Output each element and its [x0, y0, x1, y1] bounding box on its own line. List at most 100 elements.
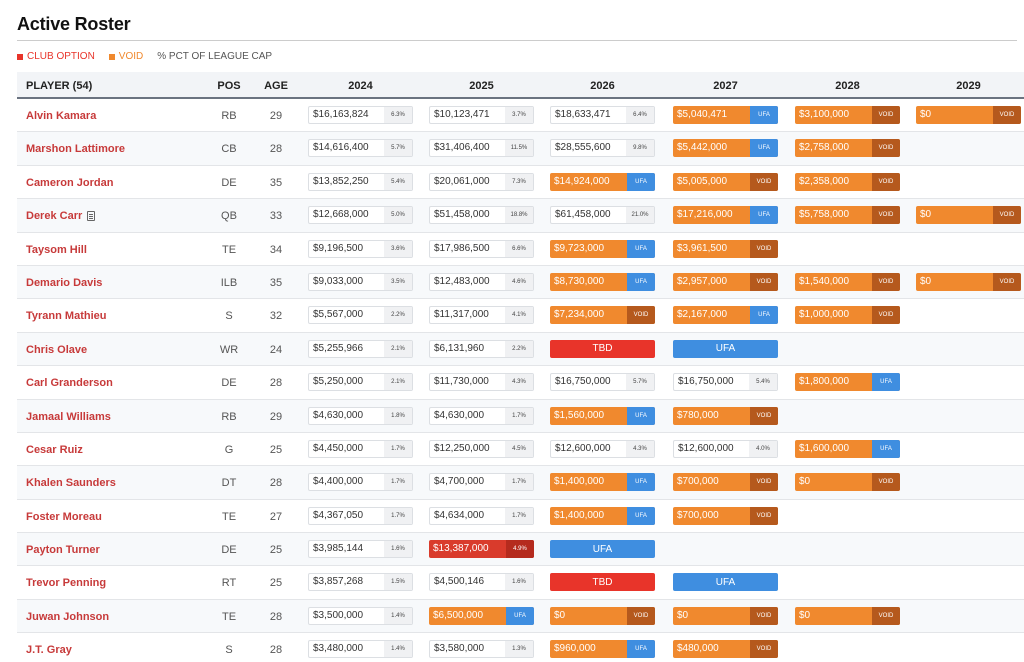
cap-hit-cell[interactable]: $13,852,250 5.4% [308, 172, 413, 191]
player-name-link[interactable]: Demario Davis [26, 277, 102, 289]
ufa-year-cell[interactable]: $1,400,000 UFA [550, 506, 655, 525]
void-year-cell[interactable]: $780,000 VOID [673, 406, 778, 425]
header-year[interactable]: 2027 [673, 80, 778, 92]
player-name-link[interactable]: Cameron Jordan [26, 177, 113, 189]
document-icon[interactable] [87, 211, 96, 222]
header-year[interactable]: 2024 [308, 80, 413, 92]
cap-hit-cell[interactable]: $17,986,500 6.6% [429, 239, 534, 258]
player-name-link[interactable]: Marshon Lattimore [26, 143, 125, 155]
void-year-cell[interactable]: $5,005,000 VOID [673, 172, 778, 191]
ufa-year-cell[interactable]: $5,040,471 UFA [673, 106, 778, 124]
player-name-link[interactable]: Alvin Kamara [26, 110, 96, 122]
header-player[interactable]: PLAYER (54) [26, 80, 92, 92]
void-year-cell[interactable]: $480,000 VOID [673, 640, 778, 659]
ufa-year-cell[interactable]: $960,000 UFA [550, 640, 655, 659]
player-name-link[interactable]: Jamaal Williams [26, 411, 111, 423]
cap-hit-cell[interactable]: $20,061,000 7.3% [429, 172, 534, 191]
void-year-cell[interactable]: $2,758,000 VOID [795, 139, 900, 158]
header-age[interactable]: AGE [257, 80, 295, 92]
ufa-cell[interactable]: UFA [550, 540, 655, 559]
cap-hit-cell[interactable]: $3,985,144 1.6% [308, 540, 413, 559]
cap-hit-cell[interactable]: $9,196,500 3.6% [308, 239, 413, 258]
player-name-link[interactable]: Foster Moreau [26, 511, 102, 523]
cap-hit-cell[interactable]: $11,730,000 4.3% [429, 373, 534, 392]
void-year-cell[interactable]: $0 VOID [673, 606, 778, 625]
void-year-cell[interactable]: $700,000 VOID [673, 506, 778, 525]
void-year-cell[interactable]: $5,758,000 VOID [795, 206, 900, 225]
player-name[interactable]: Marshon Lattimore [26, 143, 125, 155]
void-year-cell[interactable]: $0 VOID [916, 206, 1021, 225]
cap-hit-cell[interactable]: $4,634,000 1.7% [429, 506, 534, 525]
void-year-cell[interactable]: $2,957,000 VOID [673, 272, 778, 291]
ufa-year-cell[interactable]: $1,400,000 UFA [550, 473, 655, 492]
void-year-cell[interactable]: $0 VOID [795, 473, 900, 492]
cap-hit-cell[interactable]: $4,630,000 1.8% [308, 406, 413, 425]
player-name[interactable]: Khalen Saunders [26, 477, 116, 489]
ufa-year-cell[interactable]: $1,800,000 UFA [795, 373, 900, 392]
header-year[interactable]: 2025 [429, 80, 534, 92]
cap-hit-cell[interactable]: $4,367,050 1.7% [308, 506, 413, 525]
cap-hit-cell[interactable]: $3,580,000 1.3% [429, 640, 534, 659]
void-year-cell[interactable]: $1,540,000 VOID [795, 272, 900, 291]
cap-hit-cell[interactable]: $28,555,600 9.8% [550, 139, 655, 158]
void-year-cell[interactable]: $7,234,000 VOID [550, 306, 655, 325]
cap-hit-cell[interactable]: $18,633,471 6.4% [550, 106, 655, 124]
cap-hit-cell[interactable]: $4,400,000 1.7% [308, 473, 413, 492]
cap-hit-cell[interactable]: $16,750,000 5.4% [673, 373, 778, 392]
cap-hit-cell[interactable]: $5,255,966 2.1% [308, 339, 413, 358]
cap-hit-cell[interactable]: $3,857,268 1.5% [308, 573, 413, 592]
cap-hit-cell[interactable]: $4,700,000 1.7% [429, 473, 534, 492]
tbd-cell[interactable]: TBD [550, 573, 655, 592]
player-name[interactable]: Trevor Penning [26, 577, 106, 589]
cap-hit-cell[interactable]: $9,033,000 3.5% [308, 272, 413, 291]
void-year-cell[interactable]: $0 VOID [550, 606, 655, 625]
ufa-year-cell[interactable]: $6,500,000 UFA [429, 606, 534, 625]
player-name[interactable]: Jamaal Williams [26, 411, 111, 423]
player-name[interactable]: Alvin Kamara [26, 110, 96, 122]
player-name-link[interactable]: Trevor Penning [26, 577, 106, 589]
ufa-cell[interactable]: UFA [673, 339, 778, 358]
player-name-link[interactable]: Payton Turner [26, 544, 100, 556]
void-year-cell[interactable]: $0 VOID [795, 606, 900, 625]
header-year[interactable]: 2026 [550, 80, 655, 92]
player-name[interactable]: Cameron Jordan [26, 177, 113, 189]
cap-hit-cell[interactable]: $11,317,000 4.1% [429, 306, 534, 325]
cap-hit-cell[interactable]: $16,750,000 5.7% [550, 373, 655, 392]
player-name-link[interactable]: Carl Granderson [26, 377, 113, 389]
ufa-cell[interactable]: UFA [673, 573, 778, 592]
cap-hit-cell[interactable]: $12,668,000 5.0% [308, 206, 413, 225]
cap-hit-cell[interactable]: $51,458,000 18.8% [429, 206, 534, 225]
cap-hit-cell[interactable]: $4,450,000 1.7% [308, 439, 413, 458]
ufa-year-cell[interactable]: $9,723,000 UFA [550, 239, 655, 258]
cap-hit-cell[interactable]: $61,458,000 21.0% [550, 206, 655, 225]
ufa-year-cell[interactable]: $1,600,000 UFA [795, 439, 900, 458]
void-year-cell[interactable]: $0 VOID [916, 106, 1021, 124]
cap-hit-cell[interactable]: $16,163,824 6.3% [308, 106, 413, 124]
cap-hit-cell[interactable]: $12,600,000 4.0% [673, 439, 778, 458]
player-name[interactable]: Demario Davis [26, 277, 102, 289]
cap-hit-cell[interactable]: $4,630,000 1.7% [429, 406, 534, 425]
club-option-cell[interactable]: $13,387,000 4.9% [429, 540, 534, 559]
header-year[interactable]: 2029 [916, 80, 1021, 92]
header-pos[interactable]: POS [209, 80, 249, 92]
player-name[interactable]: Derek Carr [26, 210, 82, 222]
player-name[interactable]: Carl Granderson [26, 377, 113, 389]
player-name-link[interactable]: Cesar Ruiz [26, 444, 83, 456]
player-name-link[interactable]: Juwan Johnson [26, 611, 109, 623]
player-name-link[interactable]: Tyrann Mathieu [26, 310, 106, 322]
void-year-cell[interactable]: $0 VOID [916, 272, 1021, 291]
void-year-cell[interactable]: $1,000,000 VOID [795, 306, 900, 325]
player-name-link[interactable]: Taysom Hill [26, 244, 87, 256]
player-name[interactable]: Chris Olave [26, 344, 87, 356]
player-name-link[interactable]: J.T. Gray [26, 644, 72, 656]
ufa-year-cell[interactable]: $5,442,000 UFA [673, 139, 778, 158]
player-name-link[interactable]: Chris Olave [26, 344, 87, 356]
void-year-cell[interactable]: $3,961,500 VOID [673, 239, 778, 258]
player-name-link[interactable]: Derek Carr [26, 210, 96, 222]
ufa-year-cell[interactable]: $17,216,000 UFA [673, 206, 778, 225]
cap-hit-cell[interactable]: $31,406,400 11.5% [429, 139, 534, 158]
player-name[interactable]: Foster Moreau [26, 511, 102, 523]
cap-hit-cell[interactable]: $12,600,000 4.3% [550, 439, 655, 458]
void-year-cell[interactable]: $700,000 VOID [673, 473, 778, 492]
ufa-year-cell[interactable]: $2,167,000 UFA [673, 306, 778, 325]
